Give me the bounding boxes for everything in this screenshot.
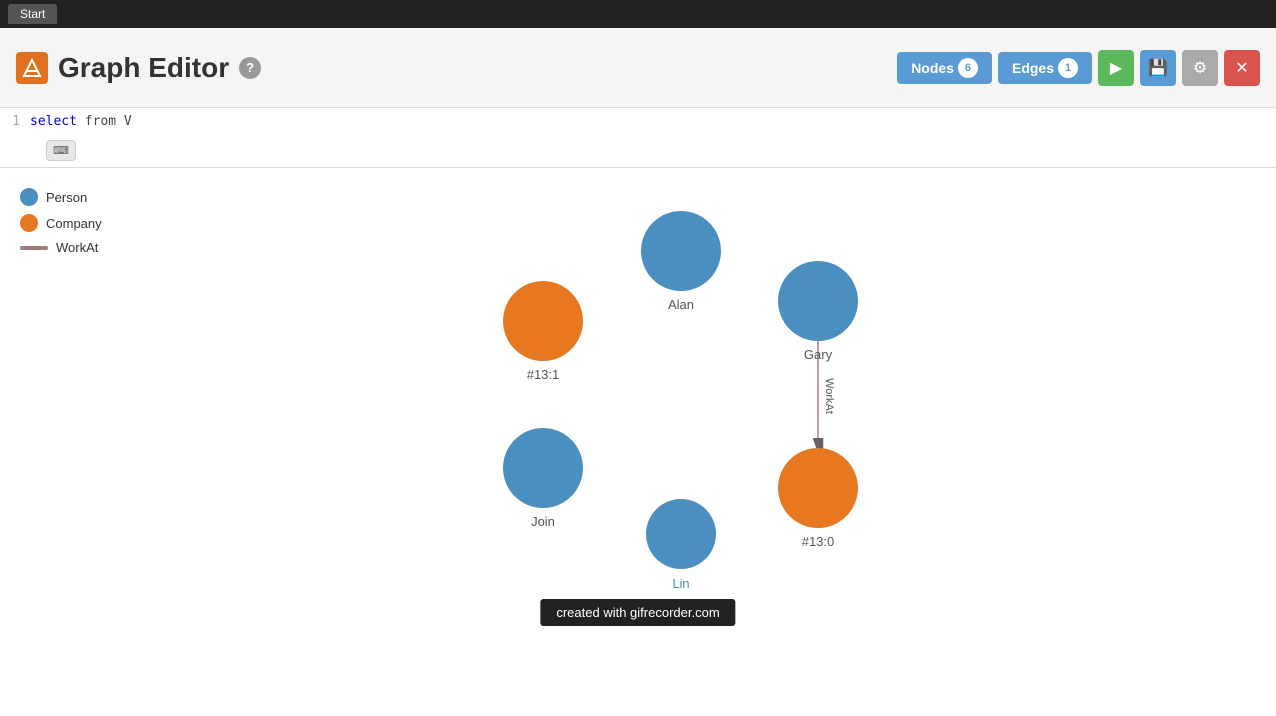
graph-svg: WorkAt Alan Gary #13:1 Join #13:0 Lin <box>0 168 1276 716</box>
graph-area: Person Company WorkAt WorkAt <box>0 168 1276 716</box>
edge-workat-label: WorkAt <box>823 378 835 414</box>
node-alan[interactable] <box>641 211 721 291</box>
app-icon <box>16 52 48 84</box>
code-line: 1 select from V <box>0 112 1276 131</box>
keyboard-button[interactable]: ⌨ <box>46 140 76 161</box>
edges-label: Edges <box>1012 60 1054 76</box>
save-button[interactable]: 💾 <box>1140 50 1176 86</box>
play-button[interactable]: ▶ <box>1098 50 1134 86</box>
node-13-0-label: #13:0 <box>802 534 835 549</box>
top-bar: Start <box>0 0 1276 28</box>
header-left: Graph Editor ? <box>16 52 261 84</box>
node-13-0[interactable] <box>778 448 858 528</box>
nodes-button[interactable]: Nodes 6 <box>897 52 992 84</box>
code-from: from V <box>85 114 132 129</box>
keyword-select: select <box>30 114 77 129</box>
edges-count: 1 <box>1058 58 1078 78</box>
node-gary-label: Gary <box>804 347 833 362</box>
editor-area: 1 select from V ⌨ <box>0 108 1276 168</box>
page-title: Graph Editor <box>58 52 229 84</box>
nodes-count: 6 <box>958 58 978 78</box>
header-right: Nodes 6 Edges 1 ▶ 💾 ⚙ ✕ <box>897 50 1260 86</box>
edges-button[interactable]: Edges 1 <box>998 52 1092 84</box>
line-number: 1 <box>0 114 30 129</box>
settings-button[interactable]: ⚙ <box>1182 50 1218 86</box>
close-button[interactable]: ✕ <box>1224 50 1260 86</box>
start-tab[interactable]: Start <box>8 4 57 24</box>
node-gary[interactable] <box>778 261 858 341</box>
node-lin[interactable] <box>646 499 716 569</box>
node-join[interactable] <box>503 428 583 508</box>
node-13-1-label: #13:1 <box>527 367 560 382</box>
node-alan-label: Alan <box>668 297 694 312</box>
nodes-label: Nodes <box>911 60 954 76</box>
node-13-1[interactable] <box>503 281 583 361</box>
node-lin-label: Lin <box>672 576 689 591</box>
node-join-label: Join <box>531 514 555 529</box>
app-icon-svg <box>22 58 42 78</box>
code-content[interactable]: select from V <box>30 114 132 129</box>
header: Graph Editor ? Nodes 6 Edges 1 ▶ 💾 ⚙ ✕ <box>0 28 1276 108</box>
help-button[interactable]: ? <box>239 57 261 79</box>
